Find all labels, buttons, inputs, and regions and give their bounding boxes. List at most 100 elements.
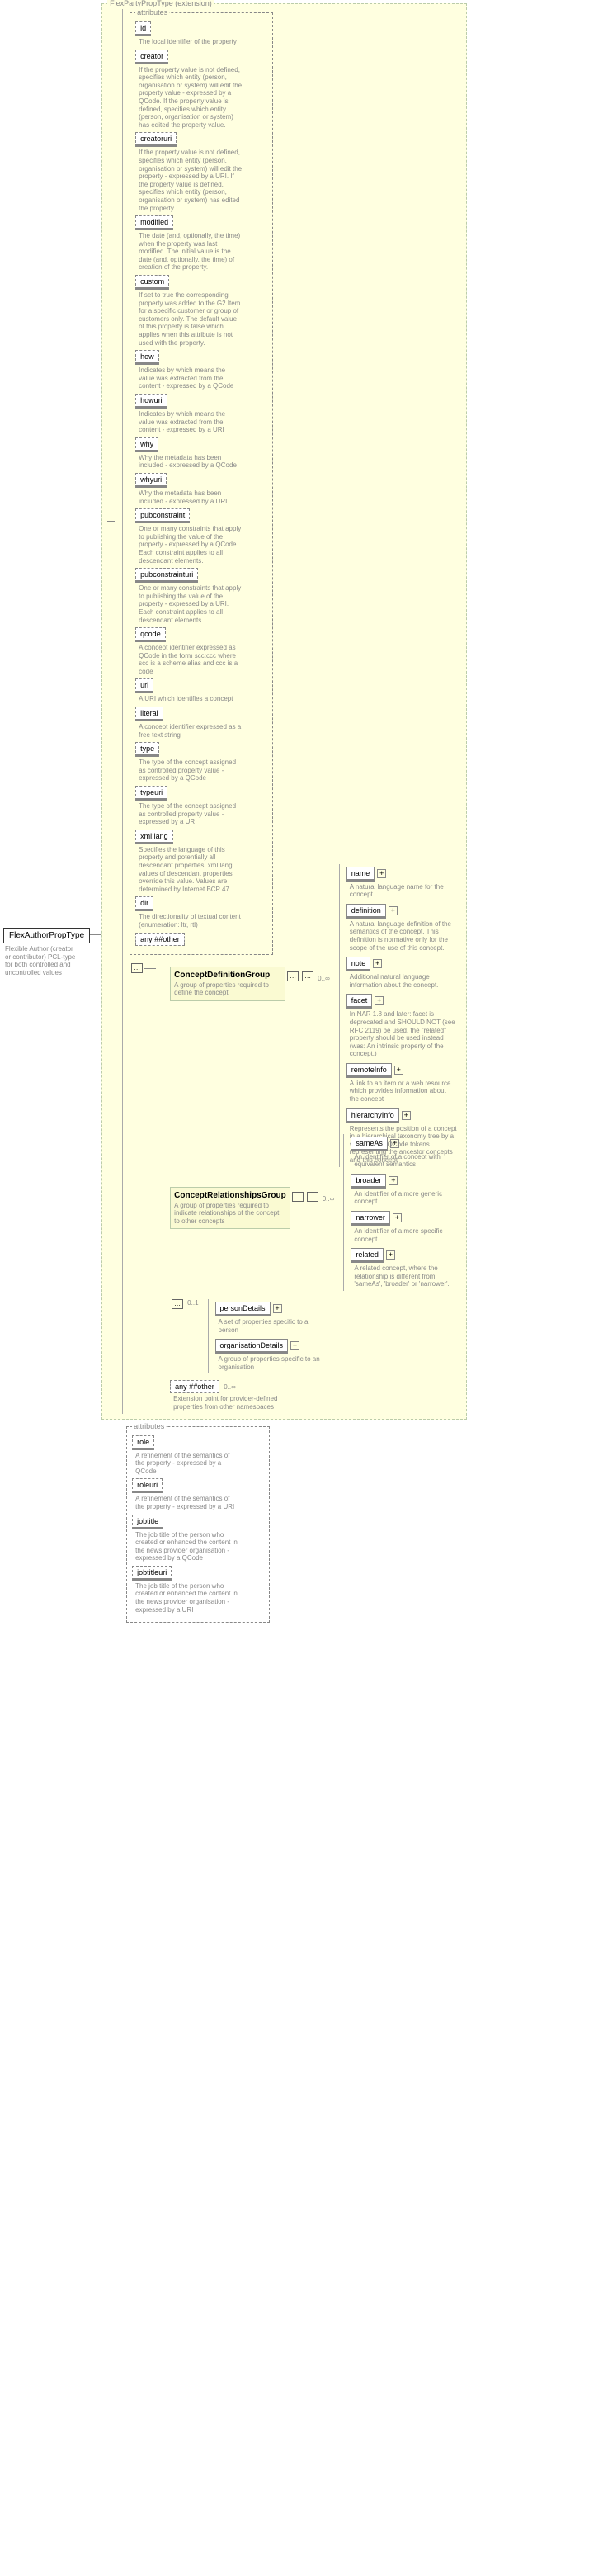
element-desc: A set of properties specific to a person: [215, 1316, 326, 1334]
attr-howuri: howuri: [135, 394, 167, 409]
element-note[interactable]: note: [346, 957, 371, 971]
attr-desc: Indicates by which means the value was e…: [135, 409, 243, 434]
expand-icon[interactable]: +: [394, 1066, 403, 1075]
attr-type: type: [135, 742, 159, 757]
element-desc: A link to an item or a web resource whic…: [346, 1078, 457, 1104]
group-concept-definition: ConceptDefinitionGroup A group of proper…: [170, 967, 285, 1001]
attr-id: id: [135, 21, 151, 36]
element-desc: An identifier of a more specific concept…: [351, 1226, 461, 1243]
sequence-icon: …: [292, 1192, 304, 1202]
choice-icon: …: [172, 1299, 183, 1309]
element-personDetails[interactable]: personDetails: [215, 1302, 271, 1316]
attr-desc: A concept identifier expressed as a free…: [135, 721, 243, 739]
attr-desc: The local identifier of the property: [135, 36, 243, 46]
attr-desc: One or many constraints that apply to pu…: [135, 523, 243, 565]
attr-desc: Specifies the language of this property …: [135, 844, 243, 894]
any-other-element: any ##other: [170, 1380, 219, 1393]
attributes-label: attributes: [132, 1422, 166, 1430]
sequence-icon: …: [287, 971, 299, 981]
expand-icon[interactable]: +: [390, 1139, 399, 1148]
occurrence: 0..∞: [318, 975, 330, 982]
attributes-label: attributes: [135, 8, 169, 17]
attr-desc: The job title of the person who created …: [132, 1581, 239, 1614]
element-related[interactable]: related: [351, 1248, 384, 1263]
attr-creatoruri: creatoruri: [135, 132, 177, 147]
attr-role: role: [132, 1435, 154, 1450]
attr-desc: The date (and, optionally, the time) whe…: [135, 230, 243, 272]
group-concept-relationships: ConceptRelationshipsGroup A group of pro…: [170, 1187, 290, 1230]
element-organisationDetails[interactable]: organisationDetails: [215, 1339, 289, 1354]
extension-title: FlexPartyPropType (extension): [107, 0, 214, 7]
element-sameAs[interactable]: sameAs: [351, 1137, 388, 1151]
group-label: ConceptRelationshipsGroup: [174, 1191, 286, 1200]
element-hierarchyInfo[interactable]: hierarchyInfo: [346, 1108, 399, 1123]
attr-jobtitle: jobtitle: [132, 1515, 163, 1529]
element-remoteInfo[interactable]: remoteInfo: [346, 1063, 392, 1078]
attr-why: why: [135, 437, 158, 452]
attr-typeuri: typeuri: [135, 786, 167, 801]
expand-icon[interactable]: +: [389, 1176, 398, 1185]
expand-icon[interactable]: +: [273, 1304, 282, 1313]
attr-desc: A refinement of the semantics of the pro…: [132, 1493, 239, 1510]
attr-desc: The type of the concept assigned as cont…: [135, 757, 243, 782]
choice-icon: …: [302, 971, 313, 981]
sequence-icon: …: [131, 963, 143, 973]
group-desc: A group of properties required to indica…: [174, 1200, 281, 1226]
root-desc: Flexible Author (creator or contributor)…: [3, 943, 78, 976]
expand-icon[interactable]: +: [375, 996, 384, 1005]
attr-desc: Indicates by which means the value was e…: [135, 365, 243, 390]
element-definition[interactable]: definition: [346, 904, 386, 919]
element-broader[interactable]: broader: [351, 1174, 386, 1189]
attr-desc: A concept identifier expressed as QCode …: [135, 642, 243, 675]
expand-icon[interactable]: +: [402, 1111, 411, 1120]
element-name[interactable]: name: [346, 867, 375, 882]
element-desc: A natural language definition of the sem…: [346, 919, 457, 952]
attributes-box-2: attributes roleA refinement of the seman…: [126, 1426, 270, 1624]
attributes-box: attributes idThe local identifier of the…: [130, 12, 273, 955]
attr-desc: The type of the concept assigned as cont…: [135, 801, 243, 826]
attr-desc: A refinement of the semantics of the pro…: [132, 1450, 239, 1476]
element-desc: An identifier of a more generic concept.: [351, 1189, 461, 1206]
extension-box: FlexPartyPropType (extension) attributes…: [101, 3, 467, 1420]
attr-desc: Why the metadata has been included - exp…: [135, 488, 243, 505]
attr-modified: modified: [135, 215, 173, 230]
occurrence: 0..1: [187, 1299, 198, 1307]
attr-desc: One or many constraints that apply to pu…: [135, 583, 243, 624]
attr-pubconstrainturi: pubconstrainturi: [135, 568, 198, 583]
attr-roleuri: roleuri: [132, 1478, 163, 1493]
element-desc: A related concept, where the relationshi…: [351, 1263, 461, 1288]
element-facet[interactable]: facet: [346, 994, 373, 1009]
attr-qcode: qcode: [135, 627, 166, 642]
attr-literal: literal: [135, 707, 163, 721]
element-desc: A group of properties specific to an org…: [215, 1354, 326, 1371]
element-desc: In NAR 1.8 and later: facet is deprecate…: [346, 1009, 457, 1058]
occurrence: 0..∞: [224, 1383, 236, 1391]
expand-icon[interactable]: +: [389, 906, 398, 915]
attr-pubconstraint: pubconstraint: [135, 508, 190, 523]
attr-creator: creator: [135, 50, 168, 64]
element-desc: Extension point for provider-defined pro…: [170, 1393, 280, 1411]
attr-desc: If the property value is not defined, sp…: [135, 64, 243, 130]
group-desc: A group of properties required to define…: [174, 980, 281, 997]
element-desc: Additional natural language information …: [346, 971, 457, 989]
expand-icon[interactable]: +: [290, 1341, 299, 1350]
attr-desc: Why the metadata has been included - exp…: [135, 452, 243, 470]
element-desc: A natural language name for the concept.: [346, 882, 457, 899]
expand-icon[interactable]: +: [373, 959, 382, 968]
connector: [90, 934, 101, 935]
expand-icon[interactable]: +: [377, 869, 386, 878]
attr-desc: If the property value is not defined, sp…: [135, 147, 243, 212]
connector: [144, 968, 156, 969]
expand-icon[interactable]: +: [386, 1250, 395, 1260]
element-narrower[interactable]: narrower: [351, 1211, 390, 1226]
attr-desc: The job title of the person who created …: [132, 1529, 239, 1562]
occurrence: 0..∞: [323, 1195, 335, 1203]
group-label: ConceptDefinitionGroup: [174, 971, 281, 980]
attr-desc: The directionality of textual content (e…: [135, 911, 243, 929]
expand-icon[interactable]: +: [393, 1213, 402, 1222]
any-other-attr: any ##other: [135, 933, 185, 946]
element-desc: An identifier of a concept with equivale…: [351, 1151, 461, 1169]
choice-icon: …: [307, 1192, 318, 1202]
root-type: FlexAuthorPropType: [3, 928, 90, 943]
attr-desc: A URI which identifies a concept: [135, 693, 243, 703]
